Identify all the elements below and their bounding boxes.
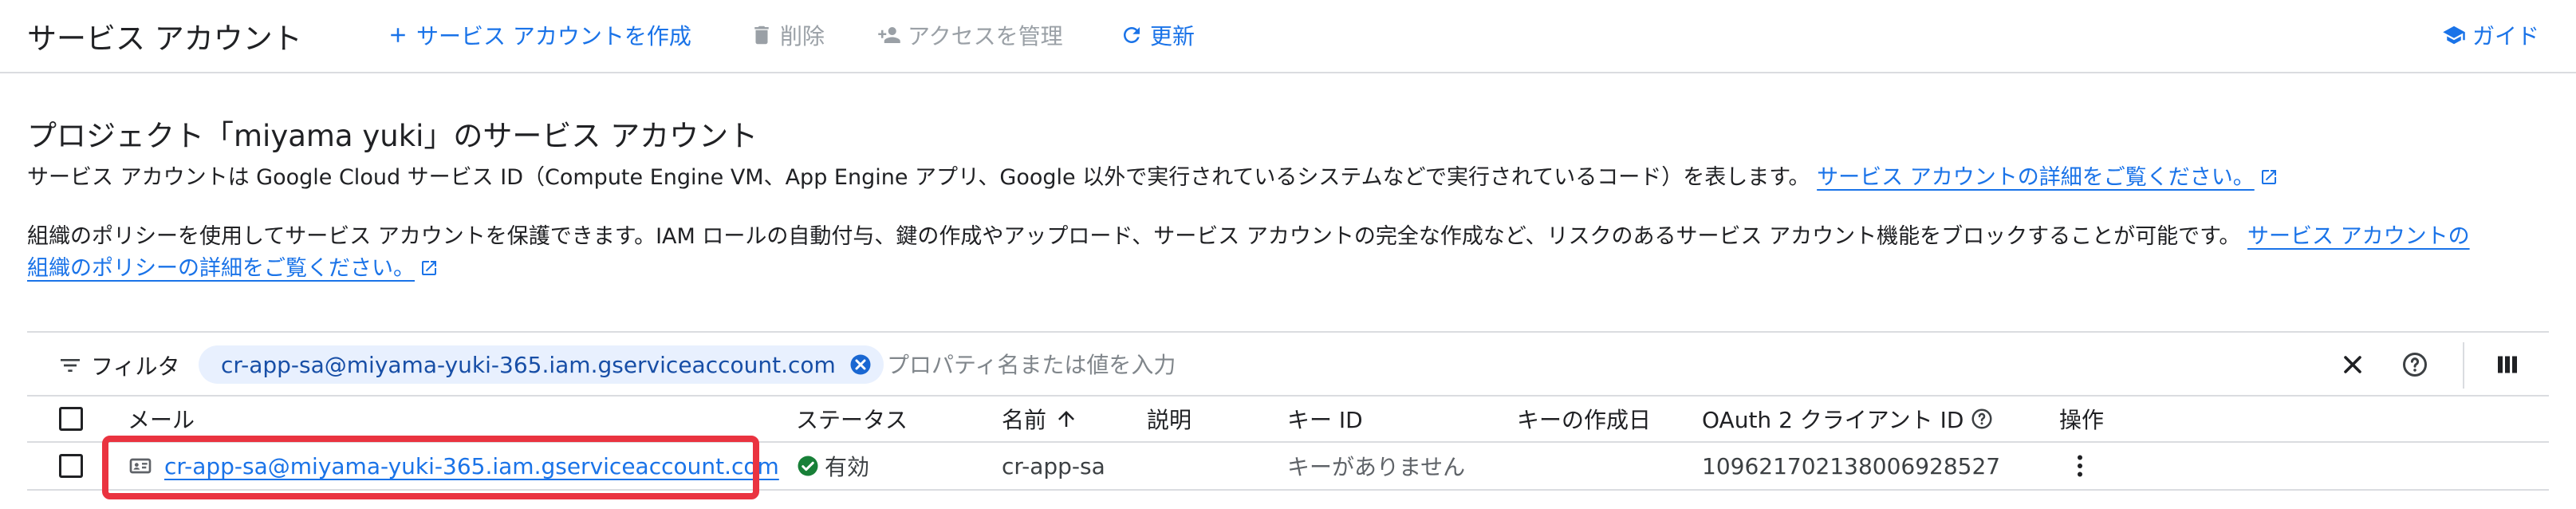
plus-icon bbox=[391, 28, 405, 42]
help-icon[interactable] bbox=[1970, 407, 1994, 431]
description-line-1: サービス アカウントは Google Cloud サービス ID（Compute… bbox=[27, 161, 2279, 195]
column-header-key-id[interactable]: キー ID bbox=[1287, 397, 1363, 441]
org-policy-link-part2[interactable]: 組織のポリシーの詳細をご覧ください。 bbox=[27, 256, 415, 281]
open-in-new-icon bbox=[422, 261, 436, 275]
service-account-icon bbox=[129, 458, 152, 474]
column-header-key-created[interactable]: キーの作成日 bbox=[1517, 397, 1651, 441]
filter-divider bbox=[2463, 342, 2464, 389]
filter-chip-value: cr-app-sa@miyama-yuki-365.iam.gserviceac… bbox=[221, 351, 836, 378]
refresh-icon bbox=[1124, 27, 1140, 43]
sort-arrow-up-icon[interactable] bbox=[1054, 407, 1078, 431]
delete-button[interactable]: 削除 bbox=[750, 19, 825, 51]
page-title: サービス アカウント bbox=[27, 22, 302, 56]
manage-access-button[interactable]: アクセスを管理 bbox=[877, 19, 1063, 51]
chip-remove-icon[interactable] bbox=[849, 353, 872, 377]
row-name-cell: cr-app-sa bbox=[1002, 452, 1105, 479]
refresh-button[interactable]: 更新 bbox=[1120, 19, 1195, 51]
column-header-status[interactable]: ステータス bbox=[796, 397, 908, 441]
row-status-cell: 有効 bbox=[796, 443, 869, 489]
description-text: サービス アカウントは Google Cloud サービス ID（Compute… bbox=[27, 165, 1810, 190]
more-vert-icon[interactable] bbox=[2066, 452, 2094, 480]
delete-label: 削除 bbox=[780, 23, 825, 49]
manage-access-label: アクセスを管理 bbox=[908, 23, 1063, 49]
top-toolbar: サービス アカウント サービス アカウントを作成 削除 アクセスを管理 更新 ガ… bbox=[0, 0, 2576, 73]
help-icon[interactable] bbox=[2401, 350, 2429, 379]
column-header-oauth-client-id[interactable]: OAuth 2 クライアント ID bbox=[1702, 397, 1994, 441]
filter-chip[interactable]: cr-app-sa@miyama-yuki-365.iam.gserviceac… bbox=[199, 345, 884, 384]
column-header-description[interactable]: 説明 bbox=[1147, 397, 1191, 441]
open-in-new-icon bbox=[2261, 170, 2276, 184]
column-header-actions: 操作 bbox=[2059, 407, 2105, 433]
column-header-name[interactable]: 名前 bbox=[1002, 397, 1078, 441]
filter-list-icon bbox=[61, 359, 80, 372]
trash-icon bbox=[754, 26, 769, 45]
org-policy-link-part1[interactable]: サービス アカウントの bbox=[2247, 224, 2470, 249]
column-header-name-label: 名前 bbox=[1002, 407, 1047, 433]
school-icon bbox=[2443, 26, 2465, 45]
filter-button[interactable]: フィルタ bbox=[57, 349, 179, 381]
description-line-3: 組織のポリシーの詳細をご覧ください。 bbox=[27, 252, 439, 286]
row-oauth-client-id-cell: 109621702138006928527 bbox=[1702, 452, 2001, 479]
check-circle-icon bbox=[798, 456, 818, 476]
create-service-account-button[interactable]: サービス アカウントを作成 bbox=[386, 19, 691, 51]
select-all-checkbox[interactable] bbox=[59, 407, 83, 431]
table-header: メール ステータス 名前 説明 キー ID キーの作成日 OAuth 2 クライ… bbox=[27, 397, 2549, 443]
service-account-details-link[interactable]: サービス アカウントの詳細をご覧ください。 bbox=[1817, 165, 2255, 190]
guide-button[interactable]: ガイド bbox=[2442, 19, 2539, 51]
refresh-label: 更新 bbox=[1150, 23, 1195, 49]
column-display-icon[interactable] bbox=[2493, 350, 2522, 379]
row-checkbox[interactable] bbox=[59, 454, 83, 478]
filter-bar: フィルタ cr-app-sa@miyama-yuki-365.iam.gserv… bbox=[27, 331, 2549, 397]
create-service-account-label: サービス アカウントを作成 bbox=[416, 23, 691, 49]
row-key-id-cell: キーがありません bbox=[1287, 454, 1466, 480]
guide-label: ガイド bbox=[2472, 23, 2540, 49]
clear-filter-icon[interactable] bbox=[2338, 350, 2367, 379]
column-header-email[interactable]: メール bbox=[128, 397, 195, 441]
service-account-email-link[interactable]: cr-app-sa@miyama-yuki-365.iam.gserviceac… bbox=[164, 453, 779, 479]
filter-label: フィルタ bbox=[91, 353, 180, 380]
table-row: cr-app-sa@miyama-yuki-365.iam.gserviceac… bbox=[27, 443, 2549, 491]
row-email-cell: cr-app-sa@miyama-yuki-365.iam.gserviceac… bbox=[128, 443, 779, 489]
column-header-oauth-label: OAuth 2 クライアント ID bbox=[1702, 407, 1964, 433]
status-text: 有効 bbox=[825, 454, 870, 480]
org-policy-text: 組織のポリシーを使用してサービス アカウントを保護できます。IAM ロールの自動… bbox=[27, 224, 2241, 249]
filter-input[interactable] bbox=[887, 347, 2243, 382]
person-add-icon bbox=[878, 27, 900, 43]
description-line-2: 組織のポリシーを使用してサービス アカウントを保護できます。IAM ロールの自動… bbox=[27, 220, 2470, 254]
section-title: プロジェクト「miyama yuki」のサービス アカウント bbox=[27, 119, 758, 153]
